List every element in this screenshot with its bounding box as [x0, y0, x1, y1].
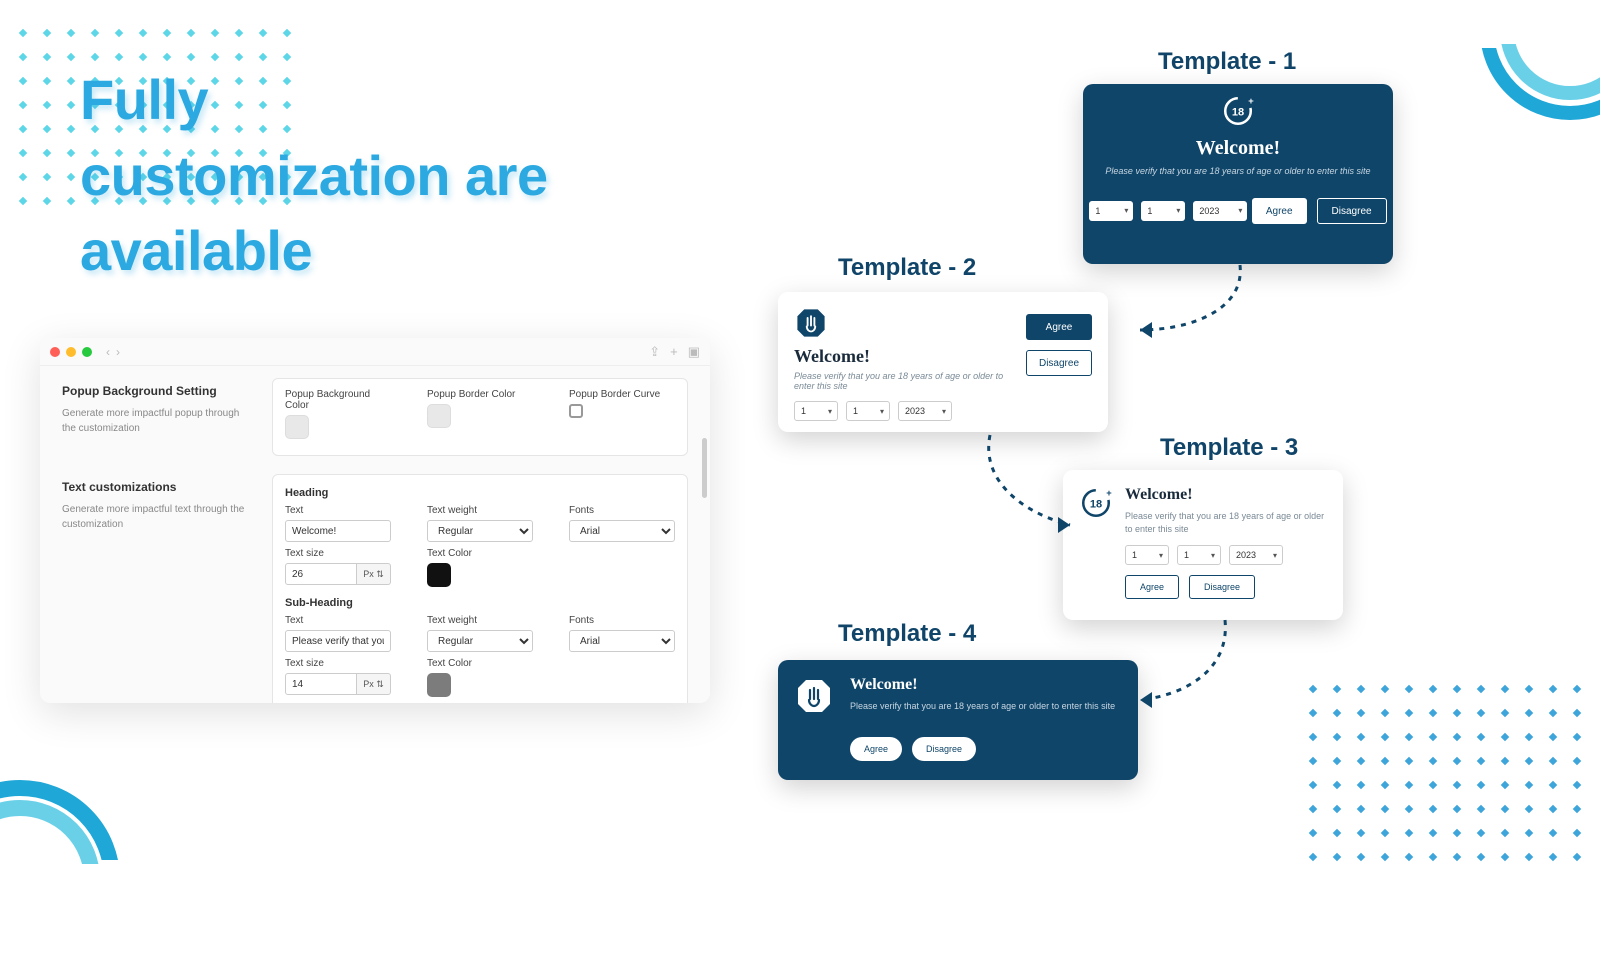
subheading-group-label: Sub-Heading — [285, 597, 675, 609]
heading-text-label: Text — [285, 505, 391, 516]
sub-size-input[interactable] — [285, 673, 357, 695]
t1-title: Welcome! — [1083, 137, 1393, 160]
t3-subtitle: Please verify that you are 18 years of a… — [1125, 510, 1327, 535]
template-1-card: 18 + Welcome! Please verify that you are … — [1083, 84, 1393, 264]
sub-size-label: Text size — [285, 658, 391, 669]
t3-month-select[interactable]: 1 — [1177, 545, 1221, 565]
sub-size-unit[interactable]: Px ⇅ — [357, 673, 391, 695]
heading-color-label: Text Color — [427, 548, 533, 559]
t3-title: Welcome! — [1125, 486, 1327, 504]
heading-color-swatch[interactable] — [427, 563, 451, 587]
t4-agree-button[interactable]: Agree — [850, 737, 902, 761]
template-4-label: Template - 4 — [838, 620, 976, 648]
t2-year-select[interactable]: 2023 — [898, 401, 952, 421]
add-icon[interactable]: + — [670, 344, 678, 360]
sub-color-swatch[interactable] — [427, 673, 451, 697]
t2-agree-button[interactable]: Agree — [1026, 314, 1092, 340]
text-section-desc: Generate more impactful text through the… — [62, 502, 252, 532]
text-section-title: Text customizations — [62, 480, 252, 494]
t2-month-select[interactable]: 1 — [846, 401, 890, 421]
template-3-label: Template - 3 — [1160, 434, 1298, 462]
dot-grid-decoration — [1310, 686, 1580, 860]
stop-hand-icon — [794, 306, 828, 340]
sub-color-label: Text Color — [427, 658, 533, 669]
maximize-icon[interactable] — [82, 347, 92, 357]
t4-title: Welcome! — [850, 676, 1115, 694]
t3-disagree-button[interactable]: Disagree — [1189, 575, 1255, 599]
minimize-icon[interactable] — [66, 347, 76, 357]
t1-disagree-button[interactable]: Disagree — [1317, 198, 1387, 224]
heading-size-label: Text size — [285, 548, 391, 559]
template-3-card: 18 + Welcome! Please verify that you are … — [1063, 470, 1343, 620]
close-icon[interactable] — [50, 347, 60, 357]
template-2-label: Template - 2 — [838, 254, 976, 282]
age-18-icon: 18 + — [1221, 94, 1255, 128]
t2-title: Welcome! — [794, 346, 1010, 367]
sub-fonts-label: Fonts — [569, 615, 675, 626]
t1-subtitle: Please verify that you are 18 years of a… — [1083, 166, 1393, 176]
back-icon[interactable]: ‹ — [106, 345, 110, 359]
t2-subtitle: Please verify that you are 18 years of a… — [794, 371, 1010, 391]
template-2-card: Welcome! Please verify that you are 18 y… — [778, 292, 1108, 432]
stop-hand-icon — [794, 676, 834, 716]
page-headline: Fullycustomization areavailable — [80, 62, 548, 289]
bg-section-title: Popup Background Setting — [62, 384, 252, 398]
heading-size-input[interactable] — [285, 563, 357, 585]
heading-fonts-label: Fonts — [569, 505, 675, 516]
border-curve-label: Popup Border Curve — [569, 389, 675, 400]
svg-text:18: 18 — [1090, 498, 1102, 510]
heading-size-unit[interactable]: Px ⇅ — [357, 563, 391, 585]
heading-group-label: Heading — [285, 487, 675, 499]
sub-text-label: Text — [285, 615, 391, 626]
window-titlebar: ‹ › ⇪ + ▣ — [40, 338, 710, 366]
connector-arrow — [1110, 260, 1260, 350]
t1-agree-button[interactable]: Agree — [1252, 198, 1307, 224]
heading-weight-label: Text weight — [427, 505, 533, 516]
svg-text:18: 18 — [1232, 106, 1244, 118]
age-18-icon: 18 + — [1079, 486, 1113, 520]
svg-text:+: + — [1106, 488, 1112, 498]
tabs-icon[interactable]: ▣ — [688, 344, 700, 360]
scrollbar[interactable] — [702, 438, 707, 498]
bg-section-desc: Generate more impactful popup through th… — [62, 406, 252, 436]
t1-month-select[interactable]: 1 — [1141, 201, 1185, 221]
border-color-label: Popup Border Color — [427, 389, 533, 400]
t3-day-select[interactable]: 1 — [1125, 545, 1169, 565]
t2-day-select[interactable]: 1 — [794, 401, 838, 421]
t2-disagree-button[interactable]: Disagree — [1026, 350, 1092, 376]
svg-text:+: + — [1248, 96, 1254, 106]
heading-fonts-select[interactable]: Arial — [569, 520, 675, 542]
sub-fonts-select[interactable]: Arial — [569, 630, 675, 652]
t4-subtitle: Please verify that you are 18 years of a… — [850, 700, 1115, 713]
sub-weight-select[interactable]: Regular — [427, 630, 533, 652]
t1-year-select[interactable]: 2023 — [1193, 201, 1247, 221]
settings-window: ‹ › ⇪ + ▣ Popup Background Setting Gener… — [40, 338, 710, 703]
forward-icon[interactable]: › — [116, 345, 120, 359]
sub-text-input[interactable] — [285, 630, 391, 652]
heading-weight-select[interactable]: Regular — [427, 520, 533, 542]
t3-agree-button[interactable]: Agree — [1125, 575, 1179, 599]
border-color-swatch[interactable] — [427, 404, 451, 428]
template-1-label: Template - 1 — [1158, 48, 1296, 76]
template-4-card: Welcome! Please verify that you are 18 y… — [778, 660, 1138, 780]
t4-disagree-button[interactable]: Disagree — [912, 737, 976, 761]
t3-year-select[interactable]: 2023 — [1229, 545, 1283, 565]
heading-text-input[interactable] — [285, 520, 391, 542]
bg-color-label: Popup Background Color — [285, 389, 391, 411]
border-curve-checkbox[interactable] — [569, 404, 583, 418]
nav-controls: ‹ › — [106, 345, 120, 359]
t1-day-select[interactable]: 1 — [1089, 201, 1133, 221]
sub-weight-label: Text weight — [427, 615, 533, 626]
bg-color-swatch[interactable] — [285, 415, 309, 439]
share-icon[interactable]: ⇪ — [649, 344, 660, 360]
